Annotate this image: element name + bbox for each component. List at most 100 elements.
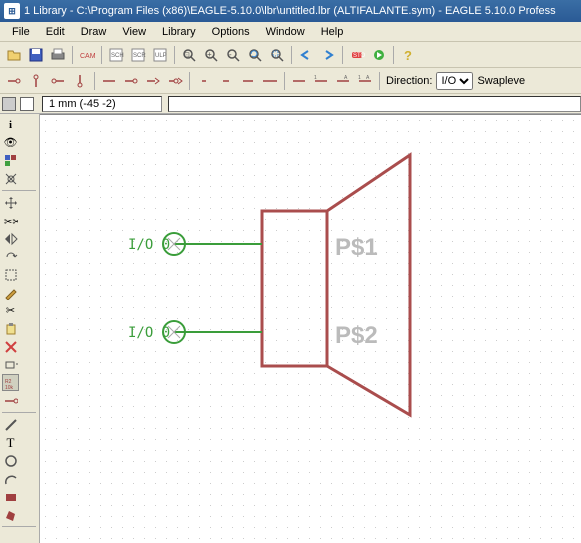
status-strip: 1 mm (-45 -2) (0, 94, 581, 114)
pin-2: I/O 0 P$2 (128, 321, 378, 349)
open-button[interactable] (4, 45, 24, 65)
coordinate-display: 1 mm (-45 -2) (42, 96, 162, 112)
name-tool[interactable] (2, 392, 19, 409)
group-tool[interactable] (2, 266, 19, 283)
svg-text:1: 1 (314, 75, 317, 81)
titlebar: ⊞ 1 Library - C:\Program Files (x86)\EAG… (0, 0, 581, 22)
svg-text:1: 1 (358, 75, 361, 81)
svg-text:SCR: SCR (133, 53, 146, 59)
menu-view[interactable]: View (114, 24, 154, 40)
pin-len-0-button[interactable] (194, 71, 214, 91)
window-title: 1 Library - C:\Program Files (x86)\EAGLE… (24, 5, 577, 17)
layer-button[interactable] (20, 97, 34, 111)
copy-tool[interactable]: ✂✂ (2, 212, 19, 229)
pin-orient-0-button[interactable] (4, 71, 24, 91)
svg-text:A: A (366, 75, 370, 81)
zoom-redraw-button[interactable] (245, 45, 265, 65)
ulp-button[interactable]: ULP (150, 45, 170, 65)
pin-vis-both-button[interactable]: 1A (355, 71, 375, 91)
command-input[interactable] (168, 96, 581, 112)
svg-text:I/O 0: I/O 0 (128, 237, 170, 253)
menu-help[interactable]: Help (313, 24, 352, 40)
svg-text:ULP: ULP (155, 53, 167, 59)
svg-text:10k: 10k (5, 385, 14, 390)
text-tool[interactable]: T (2, 434, 19, 451)
add-tool[interactable] (2, 356, 19, 373)
sch-button[interactable]: SCH (106, 45, 126, 65)
display-tool[interactable] (2, 152, 19, 169)
save-button[interactable] (26, 45, 46, 65)
go-button[interactable] (369, 45, 389, 65)
pin-func-dot-button[interactable] (121, 71, 141, 91)
drawing-canvas[interactable]: I/O 0 P$1 I/O 0 P$2 (40, 114, 581, 543)
scr-button[interactable]: SCR (128, 45, 148, 65)
zoom-out-button[interactable]: - (223, 45, 243, 65)
arc-tool[interactable] (2, 470, 19, 487)
svg-text:P$2: P$2 (335, 322, 378, 349)
menubar: File Edit Draw View Library Options Wind… (0, 22, 581, 42)
svg-text:?: ? (404, 48, 412, 63)
tool-palette: i 👁 ✂✂ ✂ R210k T (0, 114, 40, 543)
polygon-tool[interactable] (2, 506, 19, 523)
redo-button[interactable] (318, 45, 338, 65)
svg-text:P$1: P$1 (335, 234, 378, 261)
undo-button[interactable] (296, 45, 316, 65)
pin-tool[interactable]: R210k (2, 374, 19, 391)
pin-len-2-button[interactable] (238, 71, 258, 91)
help-button[interactable]: ? (398, 45, 418, 65)
pin-orient-180-button[interactable] (48, 71, 68, 91)
pin-vis-off-button[interactable] (289, 71, 309, 91)
menu-library[interactable]: Library (154, 24, 204, 40)
pin-vis-pad-button[interactable]: 1 (311, 71, 331, 91)
print-button[interactable] (48, 45, 68, 65)
pin-1: I/O 0 P$1 (128, 233, 378, 261)
delete-tool[interactable] (2, 338, 19, 355)
layer-color-box[interactable] (2, 97, 16, 111)
svg-text:STOP: STOP (353, 53, 365, 59)
menu-edit[interactable]: Edit (38, 24, 73, 40)
menu-options[interactable]: Options (204, 24, 258, 40)
pin-orient-90-button[interactable] (26, 71, 46, 91)
cam-button[interactable]: CAM (77, 45, 97, 65)
wire-tool[interactable] (2, 416, 19, 433)
menu-window[interactable]: Window (258, 24, 313, 40)
toolbar-pin: 1 A 1A Direction: I/O Swapleve (0, 68, 581, 94)
circle-tool[interactable] (2, 452, 19, 469)
svg-text:I/O 0: I/O 0 (128, 325, 170, 341)
rect-tool[interactable] (2, 488, 19, 505)
svg-text:SCH: SCH (111, 53, 124, 59)
cut-tool[interactable]: ✂ (2, 302, 19, 319)
menu-draw[interactable]: Draw (73, 24, 115, 40)
pin-len-1-button[interactable] (216, 71, 236, 91)
change-tool[interactable] (2, 284, 19, 301)
mark-tool[interactable] (2, 170, 19, 187)
zoom-select-button[interactable] (267, 45, 287, 65)
pin-vis-pin-button[interactable]: A (333, 71, 353, 91)
show-tool[interactable]: 👁 (2, 134, 19, 151)
svg-text:-: - (229, 50, 232, 59)
svg-text:⊡: ⊡ (184, 52, 190, 59)
svg-text:CAM: CAM (80, 53, 95, 60)
move-tool[interactable] (2, 194, 19, 211)
svg-text:+: + (207, 50, 212, 59)
rotate-tool[interactable] (2, 248, 19, 265)
paste-tool[interactable] (2, 320, 19, 337)
pin-orient-270-button[interactable] (70, 71, 90, 91)
toolbar-main: CAM SCH SCR ULP ⊡ + - STOP ? (0, 42, 581, 68)
pin-func-clk-button[interactable] (143, 71, 163, 91)
svg-text:✂✂: ✂✂ (4, 217, 18, 228)
app-icon: ⊞ (4, 3, 20, 19)
svg-text:A: A (344, 75, 348, 81)
direction-select[interactable]: I/O (436, 72, 473, 90)
pin-func-none-button[interactable] (99, 71, 119, 91)
swaplevel-label: Swapleve (477, 75, 525, 87)
zoom-in-button[interactable]: + (201, 45, 221, 65)
pin-len-3-button[interactable] (260, 71, 280, 91)
mirror-tool[interactable] (2, 230, 19, 247)
pin-func-dotclk-button[interactable] (165, 71, 185, 91)
zoom-fit-button[interactable]: ⊡ (179, 45, 199, 65)
menu-file[interactable]: File (4, 24, 38, 40)
direction-label: Direction: (386, 75, 432, 87)
cancel-button[interactable]: STOP (347, 45, 367, 65)
info-tool[interactable]: i (2, 116, 19, 133)
